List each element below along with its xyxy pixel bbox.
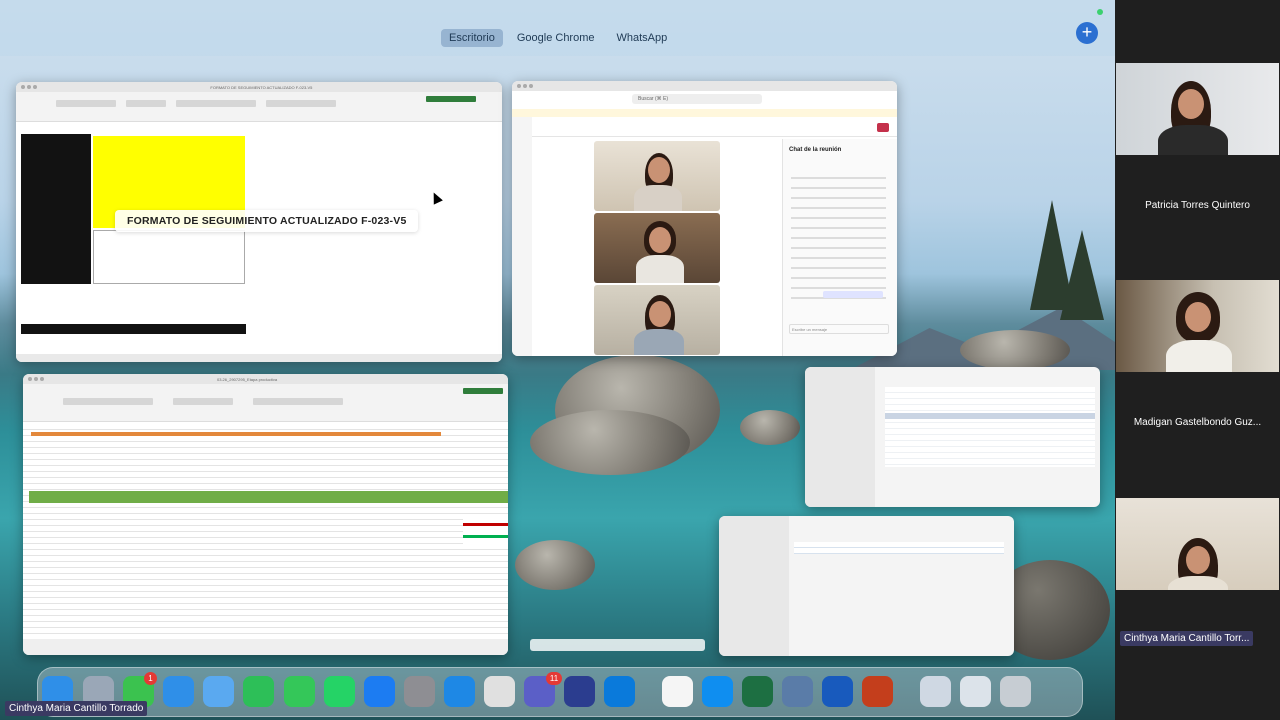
finder-window[interactable] bbox=[719, 516, 1014, 656]
phone-icon[interactable] bbox=[284, 676, 315, 707]
word-icon[interactable] bbox=[822, 676, 853, 707]
mail-icon[interactable] bbox=[163, 676, 194, 707]
onedrive-icon[interactable] bbox=[564, 676, 595, 707]
safari-icon[interactable] bbox=[444, 676, 475, 707]
participant-name: Patricia Torres Quintero bbox=[1145, 200, 1250, 211]
file-list bbox=[794, 542, 1004, 554]
maps-icon[interactable] bbox=[203, 676, 234, 707]
participant-name: Cinthya Maria Cantillo Torr... bbox=[1120, 631, 1254, 646]
sheet-tabs bbox=[16, 354, 502, 362]
rock bbox=[530, 410, 690, 475]
whatsapp-icon[interactable] bbox=[324, 676, 355, 707]
rock bbox=[515, 540, 595, 590]
presenter-name-label: Cinthya Maria Cantillo Torrado bbox=[5, 701, 148, 716]
downloads-icon[interactable] bbox=[920, 676, 951, 707]
mission-control-bar bbox=[0, 0, 1115, 56]
finder-window[interactable] bbox=[805, 367, 1100, 507]
add-space-button[interactable]: + bbox=[1076, 22, 1098, 44]
documents-icon[interactable] bbox=[960, 676, 991, 707]
window-title: 03.26_2907295_Etapa productiva bbox=[217, 377, 278, 382]
excel-icon[interactable] bbox=[742, 676, 773, 707]
leave-button[interactable] bbox=[877, 123, 889, 132]
settings-icon[interactable] bbox=[404, 676, 435, 707]
messages-badge: 1 bbox=[144, 672, 157, 685]
teams-window[interactable]: Buscar (⌘ E) Chat de la reunión Escribe … bbox=[512, 81, 897, 356]
sheet-area bbox=[21, 134, 246, 342]
participant-video[interactable] bbox=[1116, 498, 1279, 590]
participant-name: Madigan Gastelbondo Guz... bbox=[1133, 417, 1262, 428]
rock bbox=[740, 410, 800, 445]
cells bbox=[93, 230, 245, 284]
video-tile bbox=[594, 141, 720, 211]
trash-icon[interactable] bbox=[1000, 676, 1031, 707]
status-cells bbox=[463, 514, 508, 544]
chat-bubble bbox=[823, 291, 883, 298]
excel-planner-window[interactable]: 03.26_2907295_Etapa productiva bbox=[23, 374, 508, 655]
chat-title: Chat de la reunión bbox=[789, 147, 842, 153]
meeting-toolbar bbox=[532, 119, 897, 137]
quicktime-icon[interactable] bbox=[702, 676, 733, 707]
chat-messages bbox=[791, 169, 886, 299]
windows-app-icon[interactable] bbox=[604, 676, 635, 707]
appstore-icon[interactable] bbox=[364, 676, 395, 707]
participant-video[interactable] bbox=[1116, 280, 1279, 372]
title-bar: FORMATO DE SEGUIMIENTO ACTUALIZADO F-023… bbox=[16, 82, 502, 92]
facetime-icon[interactable] bbox=[243, 676, 274, 707]
meeting-chat-panel: Chat de la reunión Escribe un mensaje bbox=[782, 139, 897, 356]
label-column bbox=[21, 134, 91, 284]
chat-input[interactable]: Escribe un mensaje bbox=[789, 324, 889, 334]
status-dot bbox=[1097, 9, 1103, 15]
spaces-bar: Escritorio Google Chrome WhatsApp bbox=[441, 29, 675, 47]
powerpoint-icon[interactable] bbox=[862, 676, 893, 707]
footer-bar bbox=[21, 324, 246, 334]
spreadsheet-grid bbox=[23, 424, 508, 639]
tree bbox=[1060, 230, 1104, 320]
search-input[interactable]: Buscar (⌘ E) bbox=[632, 94, 762, 104]
sheet-tabs bbox=[23, 639, 508, 655]
finder-sidebar bbox=[805, 367, 875, 507]
ribbon bbox=[16, 92, 502, 122]
title-bar: 03.26_2907295_Etapa productiva bbox=[23, 374, 508, 384]
file-list bbox=[885, 387, 1095, 467]
video-tile bbox=[594, 285, 720, 355]
teams-badge: 11 bbox=[546, 672, 562, 685]
title-bar bbox=[512, 81, 897, 91]
window-title: FORMATO DE SEGUIMIENTO ACTUALIZADO F-023… bbox=[210, 85, 313, 90]
notes-icon[interactable] bbox=[662, 676, 693, 707]
orange-header-bar bbox=[31, 432, 441, 436]
window-caption: FORMATO DE SEGUIMIENTO ACTUALIZADO F-023… bbox=[115, 210, 419, 232]
teams-rail bbox=[512, 117, 532, 356]
chrome-icon[interactable] bbox=[484, 676, 515, 707]
db-icon[interactable] bbox=[782, 676, 813, 707]
space-google-chrome[interactable]: Google Chrome bbox=[509, 29, 603, 47]
finder-sidebar bbox=[719, 516, 789, 656]
space-escritorio[interactable]: Escritorio bbox=[441, 29, 503, 47]
notification-toast bbox=[530, 639, 705, 651]
rock bbox=[960, 330, 1070, 370]
video-tile bbox=[594, 213, 720, 283]
participant-video[interactable] bbox=[1116, 63, 1279, 155]
green-header-row bbox=[29, 491, 508, 503]
notification-banner bbox=[512, 109, 897, 117]
selected-file bbox=[885, 413, 1095, 419]
ribbon bbox=[23, 384, 508, 422]
space-whatsapp[interactable]: WhatsApp bbox=[609, 29, 676, 47]
